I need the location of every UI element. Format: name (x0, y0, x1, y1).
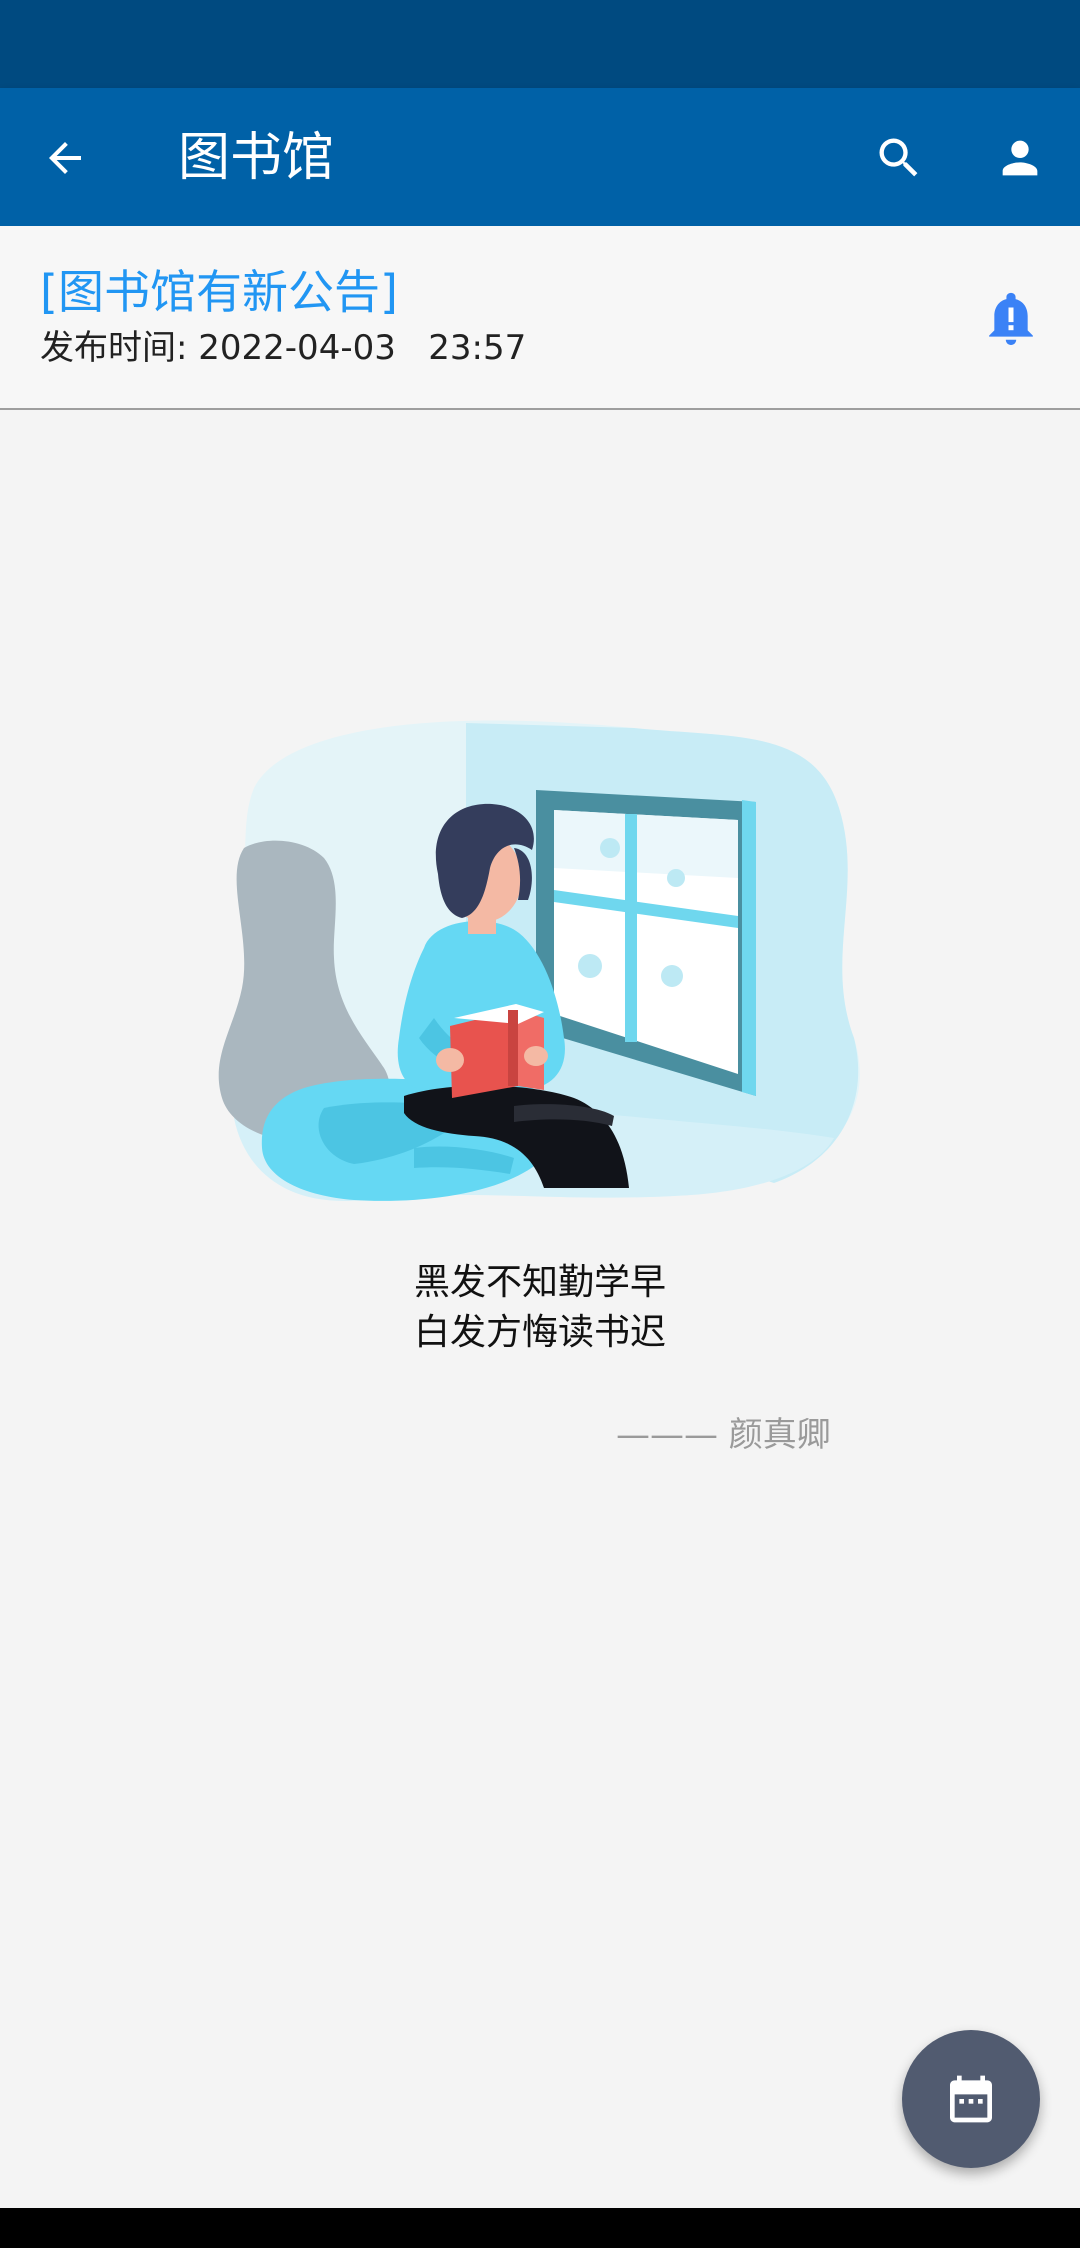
quote-line-2: 白发方悔读书迟 (413, 1312, 666, 1353)
calendar-fab-button[interactable] (902, 2030, 1040, 2168)
app-bar: 图书馆 (0, 88, 1080, 226)
reading-woman-illustration (218, 720, 860, 1202)
account-icon (1002, 140, 1038, 176)
back-button[interactable] (30, 123, 100, 193)
quote-author: ——— 颜真卿 (616, 1415, 831, 1455)
bell-alert-icon[interactable] (986, 292, 1036, 348)
page-title: 图书馆 (178, 128, 335, 188)
notice-card[interactable]: [图书馆有新公告] 发布时间: 2022-04-03 23:57 (0, 226, 1080, 410)
account-button[interactable] (985, 123, 1055, 193)
search-icon (879, 138, 918, 177)
notice-title[interactable]: [图书馆有新公告] (40, 264, 398, 320)
quote-text: 黑发不知勤学早 白发方悔读书迟 (0, 1258, 1080, 1358)
notice-publish-time: 发布时间: 2022-04-03 23:57 (40, 328, 527, 368)
status-bar (0, 0, 1080, 88)
system-navigation-bar (0, 2208, 1080, 2248)
arrow-left-icon (49, 142, 81, 174)
calendar-icon (950, 2075, 992, 2123)
quote-line-1: 黑发不知勤学早 (413, 1262, 666, 1303)
search-button[interactable] (864, 123, 934, 193)
